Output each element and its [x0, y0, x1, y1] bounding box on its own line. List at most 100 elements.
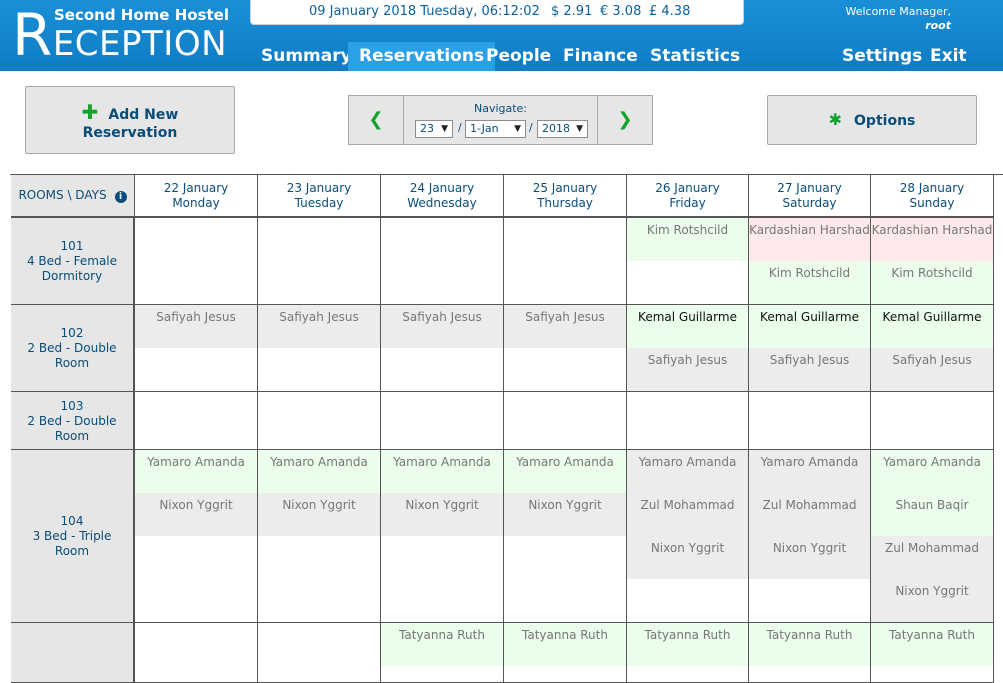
reservation-entry[interactable]: Safiyah Jesus [135, 305, 257, 348]
nav-statistics[interactable]: Statistics [639, 42, 751, 71]
day-cell[interactable] [504, 218, 627, 305]
reservation-entry[interactable]: Yamaro Amanda [504, 450, 626, 493]
reservation-entry[interactable]: Zul Mohammad [627, 493, 748, 536]
day-cell[interactable]: Kardashian Harshad Kim Rotshcild [749, 218, 871, 305]
nav-summary[interactable]: Summary [250, 42, 363, 71]
reservation-entry[interactable]: Tatyanna Ruth [381, 623, 503, 666]
day-cell[interactable]: Yamaro Amanda Nixon Yggrit [504, 450, 627, 623]
year-select[interactable]: 2018 ▼ [537, 120, 588, 138]
reservation-entry[interactable]: Kemal Guillarme [871, 305, 993, 348]
day-cell[interactable]: Yamaro Amanda Nixon Yggrit [381, 450, 504, 623]
options-button[interactable]: ✱ Options [767, 95, 977, 145]
day-date: 28 January [899, 181, 965, 195]
day-cell[interactable]: Yamaro Amanda Zul Mohammad Nixon Yggrit [627, 450, 749, 623]
previous-week-button[interactable]: ❮ [349, 96, 404, 144]
add-reservation-label-1: Add New [108, 107, 179, 123]
day-cell[interactable]: Yamaro Amanda Zul Mohammad Nixon Yggrit [749, 450, 871, 623]
reservation-entry[interactable]: Zul Mohammad [871, 536, 993, 579]
reservation-entry[interactable]: Kim Rotshcild [627, 218, 748, 261]
options-label: Options [854, 113, 916, 129]
reservation-entry[interactable]: Nixon Yggrit [381, 493, 503, 536]
day-cell[interactable] [871, 392, 994, 450]
day-cell[interactable] [135, 392, 258, 450]
day-cell[interactable]: Kim Rotshcild [627, 218, 749, 305]
reservation-entry[interactable]: Yamaro Amanda [135, 450, 257, 493]
reservation-entry[interactable]: Nixon Yggrit [504, 493, 626, 536]
day-cell[interactable] [749, 392, 871, 450]
info-icon[interactable]: i [114, 191, 127, 203]
reservation-entry[interactable]: Nixon Yggrit [258, 493, 380, 536]
day-cell[interactable]: Yamaro Amanda Shaun Baqir Zul Mohammad Nixo… [871, 450, 994, 623]
day-cell[interactable]: Tatyanna Ruth [504, 623, 627, 683]
month-select[interactable]: 1-Jan ▼ [465, 120, 526, 138]
reservation-entry[interactable]: Zul Mohammad [749, 493, 870, 536]
room-label-cell[interactable]: 103 2 Bed - Double Room [11, 392, 135, 450]
day-cell[interactable] [381, 392, 504, 450]
reservation-entry[interactable]: Kardashian Harshad [871, 218, 993, 261]
day-cell[interactable] [627, 392, 749, 450]
reservation-entry[interactable]: Yamaro Amanda [871, 450, 993, 493]
reservation-entry[interactable]: Yamaro Amanda [381, 450, 503, 493]
reservation-entry[interactable]: Safiyah Jesus [871, 348, 993, 391]
rate-usd: $ 2.91 [551, 4, 593, 19]
day-cell[interactable]: Tatyanna Ruth [627, 623, 749, 683]
reservation-entry[interactable]: Shaun Baqir [871, 493, 993, 536]
nav-exit[interactable]: Exit [919, 42, 978, 71]
day-cell[interactable]: Kemal Guillarme Safiyah Jesus [749, 305, 871, 392]
day-cell[interactable]: Tatyanna Ruth [749, 623, 871, 683]
day-cell[interactable] [135, 623, 258, 683]
next-week-button[interactable]: ❯ [597, 96, 652, 144]
room-label-cell[interactable] [11, 623, 135, 683]
day-cell[interactable]: Kemal Guillarme Safiyah Jesus [627, 305, 749, 392]
reservation-entry[interactable]: Safiyah Jesus [749, 348, 870, 391]
reservation-entry[interactable]: Safiyah Jesus [627, 348, 748, 391]
reservation-entry[interactable]: Tatyanna Ruth [871, 623, 993, 666]
day-cell[interactable]: Kemal Guillarme Safiyah Jesus [871, 305, 994, 392]
day-cell[interactable]: Safiyah Jesus [381, 305, 504, 392]
reservation-entry[interactable]: Nixon Yggrit [627, 536, 748, 579]
nav-people[interactable]: People [475, 42, 562, 71]
reservation-entry[interactable]: Kemal Guillarme [749, 305, 870, 348]
reservation-entry[interactable]: Nixon Yggrit [871, 579, 993, 622]
day-date: 22 January [163, 181, 229, 195]
day-cell[interactable] [381, 218, 504, 305]
day-cell[interactable]: Safiyah Jesus [135, 305, 258, 392]
reservation-entry[interactable]: Nixon Yggrit [135, 493, 257, 536]
reservation-entry[interactable]: Kardashian Harshad [749, 218, 870, 261]
day-cell[interactable]: Tatyanna Ruth [381, 623, 504, 683]
day-cell[interactable]: Safiyah Jesus [258, 305, 381, 392]
reservation-entry[interactable]: Nixon Yggrit [749, 536, 870, 579]
add-reservation-button[interactable]: ✚ Add New Reservation [25, 86, 235, 154]
nav-finance[interactable]: Finance [552, 42, 649, 71]
day-cell[interactable]: Safiyah Jesus [504, 305, 627, 392]
chevron-right-icon: ❯ [617, 109, 633, 130]
day-cell[interactable]: Yamaro Amanda Nixon Yggrit [258, 450, 381, 623]
reservation-entry[interactable]: Yamaro Amanda [258, 450, 380, 493]
day-cell[interactable]: Yamaro Amanda Nixon Yggrit [135, 450, 258, 623]
reservation-entry[interactable]: Kim Rotshcild [749, 261, 870, 304]
nav-settings[interactable]: Settings [831, 42, 933, 71]
day-cell[interactable]: Tatyanna Ruth [871, 623, 994, 683]
reservation-entry[interactable]: Tatyanna Ruth [749, 623, 870, 666]
day-cell[interactable] [135, 218, 258, 305]
day-cell[interactable] [504, 392, 627, 450]
reservation-entry[interactable]: Kim Rotshcild [871, 261, 993, 304]
day-cell[interactable] [258, 392, 381, 450]
reservation-entry[interactable]: Yamaro Amanda [627, 450, 748, 493]
room-label-cell[interactable]: 104 3 Bed - Triple Room [11, 450, 135, 623]
day-cell[interactable] [258, 218, 381, 305]
day-select[interactable]: 23 ▼ [415, 120, 453, 138]
day-cell[interactable]: Kardashian Harshad Kim Rotshcild [871, 218, 994, 305]
room-label-cell[interactable]: 102 2 Bed - Double Room [11, 305, 135, 392]
day-cell[interactable] [258, 623, 381, 683]
room-label-cell[interactable]: 101 4 Bed - Female Dormitory [11, 218, 135, 305]
reservation-entry[interactable]: Tatyanna Ruth [627, 623, 748, 666]
reservation-entry[interactable]: Kemal Guillarme [627, 305, 748, 348]
nav-reservations[interactable]: Reservations [348, 42, 496, 71]
reservation-entry[interactable]: Safiyah Jesus [504, 305, 626, 348]
reservation-entry[interactable]: Yamaro Amanda [749, 450, 870, 493]
reservation-entry[interactable]: Tatyanna Ruth [504, 623, 626, 666]
reservation-entry[interactable]: Safiyah Jesus [381, 305, 503, 348]
date-separator: / [529, 121, 533, 134]
reservation-entry[interactable]: Safiyah Jesus [258, 305, 380, 348]
